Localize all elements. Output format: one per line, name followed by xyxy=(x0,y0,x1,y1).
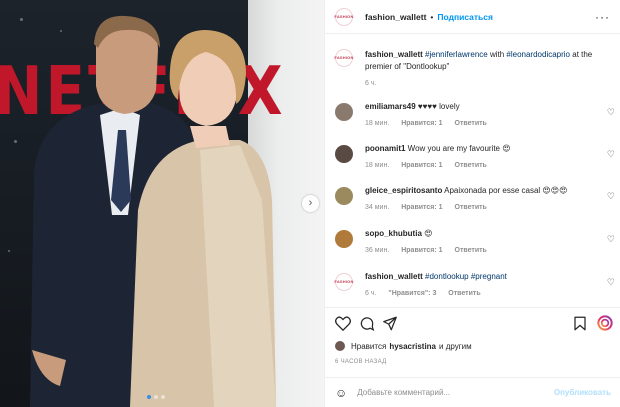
carousel-dots xyxy=(147,395,165,399)
likes-summary: Нравится hysacristina и другим xyxy=(335,341,472,351)
hashtag-link[interactable]: #pregnant xyxy=(471,272,507,281)
heart-icon[interactable]: ♡ xyxy=(607,276,615,288)
reply-button[interactable]: Ответить xyxy=(455,247,487,254)
commenter-avatar[interactable] xyxy=(335,230,353,248)
caption-avatar[interactable]: FASHION xyxy=(334,49,354,67)
like-heart-icon[interactable] xyxy=(335,316,351,331)
comment-text: Apaixonada por esse casal 😍😍😍 xyxy=(442,186,568,195)
comment-username[interactable]: fashion_wallett xyxy=(365,272,423,281)
publish-button[interactable]: Опубликовать xyxy=(554,388,611,397)
heart-icon[interactable]: ♡ xyxy=(607,190,615,202)
comments-feed[interactable]: FASHION fashion_wallett #jenniferlawrenc… xyxy=(325,35,620,307)
heart-icon[interactable]: ♡ xyxy=(607,106,615,118)
save-bookmark-icon[interactable] xyxy=(573,316,587,331)
comment-likes[interactable]: Нравится: 1 xyxy=(401,162,442,169)
share-icon[interactable] xyxy=(382,316,398,331)
hashtag-link[interactable]: #jenniferlawrence xyxy=(425,50,488,59)
hashtag-link[interactable]: #dontlookup xyxy=(425,272,469,281)
account-avatar[interactable]: FASHION xyxy=(334,7,354,26)
carousel-dot xyxy=(154,395,158,399)
comment-time: 18 мин. xyxy=(365,120,390,127)
comment-username[interactable]: emiliamars49 xyxy=(365,102,416,111)
comment-text: Wow you are my favourite 😍 xyxy=(405,144,511,153)
comment-time: 18 мин. xyxy=(365,162,390,169)
carousel-dot xyxy=(161,395,165,399)
comment-username[interactable]: sopo_khubutia xyxy=(365,229,422,238)
reply-button[interactable]: Ответить xyxy=(455,204,487,211)
post-side-panel: FASHION fashion_wallett • Подписаться ··… xyxy=(324,0,620,407)
reels-gradient-icon[interactable] xyxy=(597,315,613,331)
reply-button[interactable]: Ответить xyxy=(455,120,487,127)
comment-likes[interactable]: Нравится: 1 xyxy=(401,120,442,127)
heart-icon[interactable]: ♡ xyxy=(607,233,615,245)
separator-dot: • xyxy=(430,11,434,22)
photo-people xyxy=(30,15,276,407)
likes-prefix: Нравится xyxy=(351,341,387,351)
comment-username[interactable]: gleice_espiritosanto xyxy=(365,186,442,195)
emoji-icon[interactable]: ☺ xyxy=(335,386,347,400)
caption-username[interactable]: fashion_wallett xyxy=(365,50,423,59)
comment-item: emiliamars49 ♥♥♥♥ lovely 18 мин. Нравитс… xyxy=(335,101,615,130)
commenter-avatar[interactable]: FASHION xyxy=(334,273,354,291)
comment-item: poonamit1 Wow you are my favourite 😍 18 … xyxy=(335,143,615,172)
owner-comment: FASHION fashion_wallett #dontlookup #pre… xyxy=(334,271,615,300)
more-icon[interactable]: ··· xyxy=(595,10,610,24)
follow-button[interactable]: Подписаться xyxy=(437,12,493,22)
comment-item: gleice_espiritosanto Apaixonada por esse… xyxy=(335,185,615,214)
caption-text: with xyxy=(487,50,507,59)
post-photo[interactable]: NETFLIX › xyxy=(0,0,324,407)
heart-icon[interactable]: ♡ xyxy=(607,148,615,160)
caption-time: 6 ч. xyxy=(365,80,377,87)
hashtag-link[interactable]: #leonardodicaprio xyxy=(506,50,570,59)
likes-suffix[interactable]: и другим xyxy=(439,342,472,351)
reply-button[interactable]: Ответить xyxy=(455,162,487,169)
comment-text: 😍 xyxy=(421,229,433,238)
account-username[interactable]: fashion_wallett xyxy=(365,12,426,22)
reply-button[interactable]: Ответить xyxy=(448,290,480,297)
liker-avatar xyxy=(335,341,345,351)
comment-input[interactable] xyxy=(357,388,554,397)
comment-likes[interactable]: "Нравится": 3 xyxy=(388,290,436,297)
comment-username[interactable]: poonamit1 xyxy=(365,144,405,153)
comment-icon[interactable] xyxy=(359,316,375,331)
comment-composer: ☺ Опубликовать xyxy=(325,377,620,407)
avatar-logo: FASHION xyxy=(334,55,354,60)
post-actions xyxy=(325,307,620,337)
woman-neck xyxy=(190,126,230,148)
commenter-avatar[interactable] xyxy=(335,187,353,205)
liker-username[interactable]: hysacristina xyxy=(389,342,436,351)
comment-time: 36 мин. xyxy=(365,247,390,254)
comment-item: sopo_khubutia 😍 36 мин. Нравится: 1 Отве… xyxy=(335,228,615,257)
next-photo-button[interactable]: › xyxy=(302,195,319,212)
post-caption: FASHION fashion_wallett #jenniferlawrenc… xyxy=(334,49,615,90)
carousel-dot xyxy=(147,395,151,399)
avatar-logo: FASHION xyxy=(334,14,354,19)
post-header: FASHION fashion_wallett • Подписаться ··… xyxy=(325,0,620,34)
avatar-logo: FASHION xyxy=(334,279,354,284)
commenter-avatar[interactable] xyxy=(335,145,353,163)
comment-likes[interactable]: Нравится: 1 xyxy=(401,204,442,211)
commenter-avatar[interactable] xyxy=(335,103,353,121)
comment-time: 34 мин. xyxy=(365,204,390,211)
comment-likes[interactable]: Нравится: 1 xyxy=(401,247,442,254)
comment-text: ♥♥♥♥ lovely xyxy=(415,102,460,111)
post-time-ago: 6 ЧАСОВ НАЗАД xyxy=(335,359,387,365)
comment-time: 6 ч. xyxy=(365,290,377,297)
